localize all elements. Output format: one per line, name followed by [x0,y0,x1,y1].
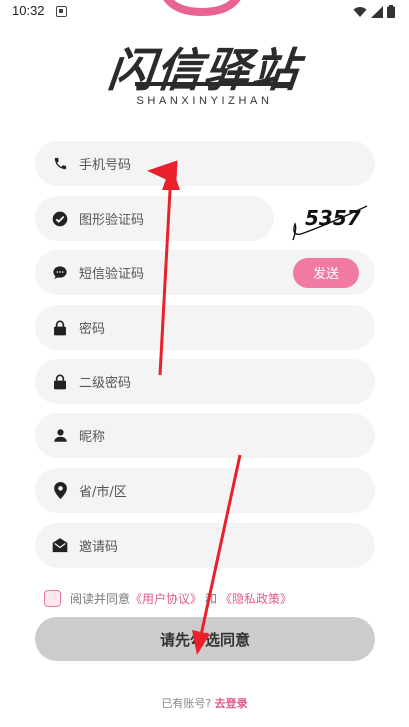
nickname-field[interactable]: 昵称 [35,413,375,458]
agreement-checkbox[interactable] [44,590,61,607]
login-link[interactable]: 去登录 [215,697,248,710]
phone-icon [51,155,69,173]
lock-icon [51,319,69,337]
agreement-prefix: 阅读并同意 [70,592,131,606]
sms-code-placeholder: 短信验证码 [79,267,145,282]
app-logo-icon [163,0,241,17]
secondary-password-placeholder: 二级密码 [79,376,132,391]
chat-bubble-icon [51,264,69,282]
lock-icon [51,373,69,391]
captcha-image[interactable]: 5357 [289,198,371,244]
status-time: 10:32 [12,3,45,18]
privacy-policy-link[interactable]: 《隐私政策》 [220,590,292,607]
signal-icon [371,5,383,18]
notification-icon [56,6,67,17]
login-prompt: 已有账号? [161,697,212,710]
invite-code-placeholder: 邀请码 [79,540,119,555]
image-code-placeholder: 图形验证码 [79,213,145,228]
image-code-field[interactable]: 图形验证码 [35,196,274,241]
agreement-and: 和 [205,592,218,606]
region-field[interactable]: 省/市/区 [35,468,375,513]
brand-title: 闪信驿站 [105,43,304,97]
wifi-icon [353,6,367,17]
location-pin-icon [51,482,69,500]
check-circle-icon [51,210,69,228]
mail-icon [51,537,69,555]
user-agreement-link[interactable]: 《用户协议》 [130,590,202,607]
status-icons [353,5,395,18]
nickname-placeholder: 昵称 [79,430,106,445]
invite-code-field[interactable]: 邀请码 [35,523,375,568]
phone-placeholder: 手机号码 [79,158,132,173]
brand-underline [135,82,290,86]
person-icon [51,427,69,445]
captcha-text: 5357 [305,206,361,230]
agreement-row: 阅读并同意 《用户协议》 和 《隐私政策》 [44,590,292,607]
region-placeholder: 省/市/区 [79,485,127,500]
phone-field[interactable]: 手机号码 [35,141,375,186]
send-code-button[interactable]: 发送 [293,257,359,288]
brand-subtitle: SHANXINYIZHAN [136,95,273,107]
submit-button[interactable]: 请先勾选同意 [35,617,375,661]
password-field[interactable]: 密码 [35,305,375,350]
battery-icon [387,5,395,18]
sms-code-field[interactable]: 短信验证码 发送 [35,250,375,295]
password-placeholder: 密码 [79,322,106,337]
login-row: 已有账号? 去登录 [0,695,409,711]
secondary-password-field[interactable]: 二级密码 [35,359,375,404]
